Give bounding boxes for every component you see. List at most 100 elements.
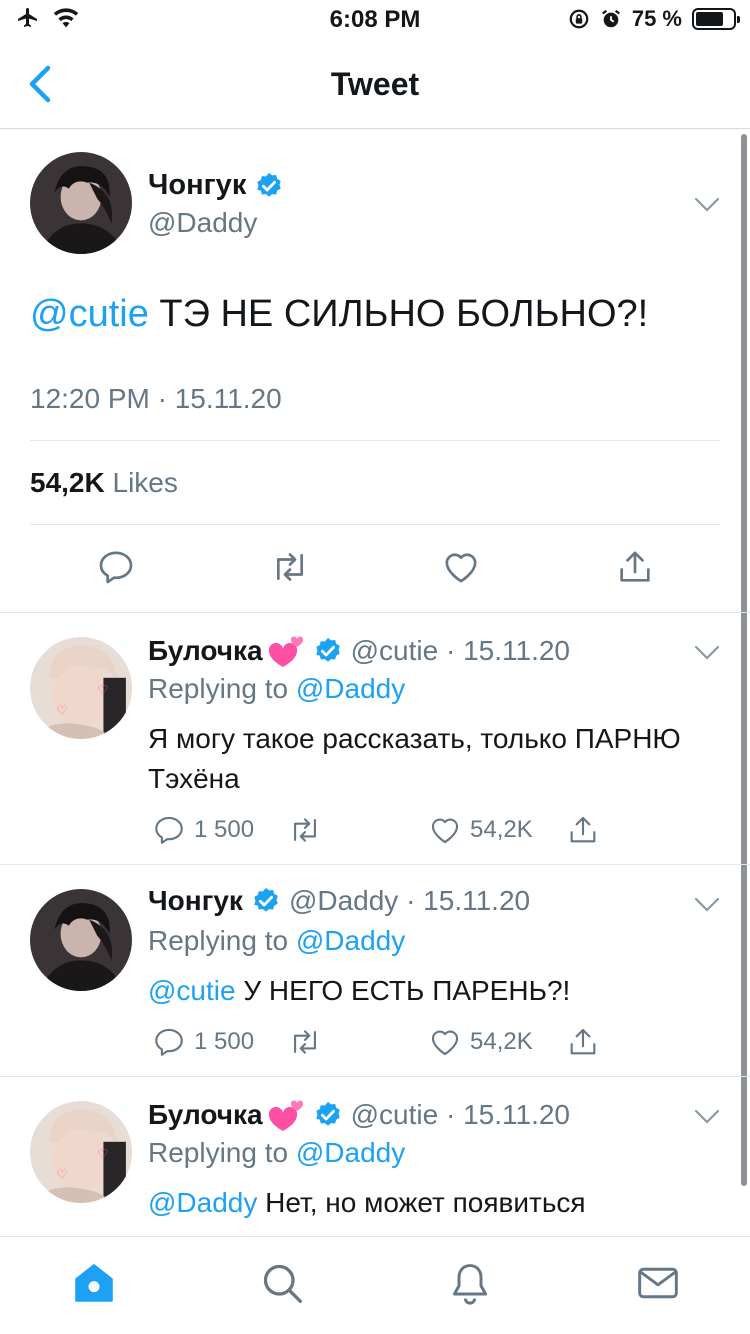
reply-text: @Daddy Нет, но может появиться (148, 1183, 708, 1223)
share-button[interactable] (566, 813, 600, 847)
tweet-mention[interactable]: @cutie (30, 293, 149, 335)
reply-body: Нет, но может появиться (257, 1187, 586, 1218)
likes-label: Likes (104, 467, 178, 498)
reply-button[interactable]: 1 500 (152, 1025, 254, 1059)
tweet-actions (0, 547, 750, 593)
battery-percent: 75 % (631, 6, 682, 31)
replying-to: Replying to @Daddy (148, 925, 405, 957)
reply-author-name[interactable]: Булочка (148, 635, 263, 667)
like-button[interactable]: 54,2K (428, 1025, 533, 1059)
reply-author-name[interactable]: Чонгук (148, 885, 243, 917)
two-hearts-emoji (268, 636, 303, 667)
likes-stat[interactable]: 54,2K Likes (30, 467, 178, 499)
avatar[interactable]: ♡ ♡ (30, 1101, 132, 1203)
like-icon[interactable] (441, 547, 481, 587)
nav-bar: Tweet (0, 40, 750, 129)
reply-icon (155, 1028, 183, 1056)
avatar-photo (30, 152, 132, 254)
replying-to: Replying to @Daddy (148, 673, 405, 705)
avatar-photo (30, 889, 132, 991)
svg-text:♡: ♡ (97, 1147, 108, 1161)
retweet-button[interactable] (288, 813, 322, 847)
tab-search[interactable] (260, 1261, 304, 1305)
messages-icon (638, 1267, 678, 1299)
reply-count: 1 500 (194, 1028, 255, 1055)
page-title: Tweet (330, 66, 420, 102)
chevron-down-icon[interactable] (694, 1109, 720, 1125)
like-count: 54,2K (470, 816, 533, 843)
notifications-icon (452, 1264, 488, 1305)
tab-notifications[interactable] (448, 1261, 492, 1305)
home-icon (75, 1264, 113, 1302)
verified-icon (315, 637, 340, 662)
author-name-text: Чонгук (148, 169, 247, 201)
replying-prefix: Replying to (148, 673, 296, 704)
retweet-icon[interactable] (270, 547, 310, 587)
alarm-icon (601, 9, 620, 28)
author-handle[interactable]: @Daddy (148, 207, 257, 239)
share-icon[interactable] (615, 547, 655, 587)
reply-handle-date: @Daddy · 15.11.20 (288, 885, 531, 916)
reply-text: @cutie У НЕГО ЕСТЬ ПАРЕНЬ?! (148, 971, 708, 1011)
battery-fill (696, 12, 723, 26)
avatar[interactable] (30, 152, 132, 254)
tab-bar (0, 1236, 750, 1334)
reply-actions: 1 500 54,2K (148, 813, 708, 847)
retweet-icon (294, 1030, 316, 1054)
divider (30, 440, 720, 441)
replying-prefix: Replying to (148, 1137, 296, 1168)
like-icon (431, 818, 459, 844)
reply-mention[interactable]: @cutie (148, 975, 236, 1006)
avatar[interactable] (30, 889, 132, 991)
battery-icon (692, 8, 740, 30)
like-count: 54,2K (470, 1028, 533, 1055)
reply-actions: 1 500 54,2K (148, 1025, 708, 1059)
author-name[interactable]: Чонгук (148, 169, 284, 202)
svg-text:♡: ♡ (57, 1168, 68, 1182)
tweet-body: ТЭ НЕ СИЛЬНО БОЛЬНО?! (148, 293, 649, 335)
avatar-photo: ♡ ♡ (30, 637, 132, 739)
reply-icon (155, 816, 183, 844)
svg-text:♡: ♡ (97, 683, 108, 697)
share-icon (570, 1028, 596, 1055)
replying-to-handle[interactable]: @Daddy (296, 925, 405, 956)
tab-messages[interactable] (636, 1261, 680, 1305)
avatar-photo: ♡ ♡ (30, 1101, 132, 1203)
retweet-icon (294, 818, 316, 842)
replying-to-handle[interactable]: @Daddy (296, 1137, 405, 1168)
chevron-down-icon[interactable] (694, 645, 720, 661)
replying-prefix: Replying to (148, 925, 296, 956)
share-button[interactable] (566, 1025, 600, 1059)
search-icon (263, 1264, 302, 1303)
share-icon (570, 816, 596, 843)
tweet-timestamp: 12:20 PM · 15.11.20 (30, 383, 282, 414)
replying-to: Replying to @Daddy (148, 1137, 405, 1169)
status-right: 75 % (568, 6, 740, 32)
tab-home[interactable] (72, 1261, 116, 1305)
avatar[interactable]: ♡ ♡ (30, 637, 132, 739)
reply-handle-date: @cutie · 15.11.20 (350, 1099, 570, 1130)
reply-tweet[interactable]: ♡ ♡ Булочка @cutie · 15.11.20 Replying t… (0, 613, 750, 865)
reply-author-name[interactable]: Булочка (148, 1099, 263, 1131)
chevron-down-icon[interactable] (694, 197, 720, 213)
reply-icon[interactable] (96, 547, 136, 587)
chevron-down-icon[interactable] (694, 897, 720, 913)
like-button[interactable]: 54,2K (428, 813, 533, 847)
main-tweet: Чонгук @Daddy @cutie ТЭ НЕ СИЛЬНО БОЛЬНО… (0, 129, 750, 613)
reply-header: Булочка @cutie · 15.11.20 (148, 633, 570, 669)
reply-header: Булочка @cutie · 15.11.20 (148, 1097, 570, 1133)
reply-mention[interactable]: @Daddy (148, 1187, 257, 1218)
reply-tweet[interactable]: Чонгук @Daddy · 15.11.20 Replying to @Da… (0, 865, 750, 1077)
reply-header: Чонгук @Daddy · 15.11.20 (148, 885, 530, 917)
reply-text: Я могу такое рассказать, только ПАРНЮ Тэ… (148, 723, 681, 794)
svg-text:♡: ♡ (57, 704, 68, 718)
divider (30, 524, 720, 525)
reply-button[interactable]: 1 500 (152, 813, 254, 847)
reply-body: У НЕГО ЕСТЬ ПАРЕНЬ?! (235, 975, 571, 1006)
like-icon (431, 1030, 459, 1056)
replying-to-handle[interactable]: @Daddy (296, 673, 405, 704)
reply-handle-date: @cutie · 15.11.20 (350, 635, 570, 666)
retweet-button[interactable] (288, 1025, 322, 1059)
verified-icon (257, 172, 282, 197)
reply-tweet[interactable]: ♡ ♡ Булочка @cutie · 15.11.20 Replying t… (0, 1077, 750, 1236)
